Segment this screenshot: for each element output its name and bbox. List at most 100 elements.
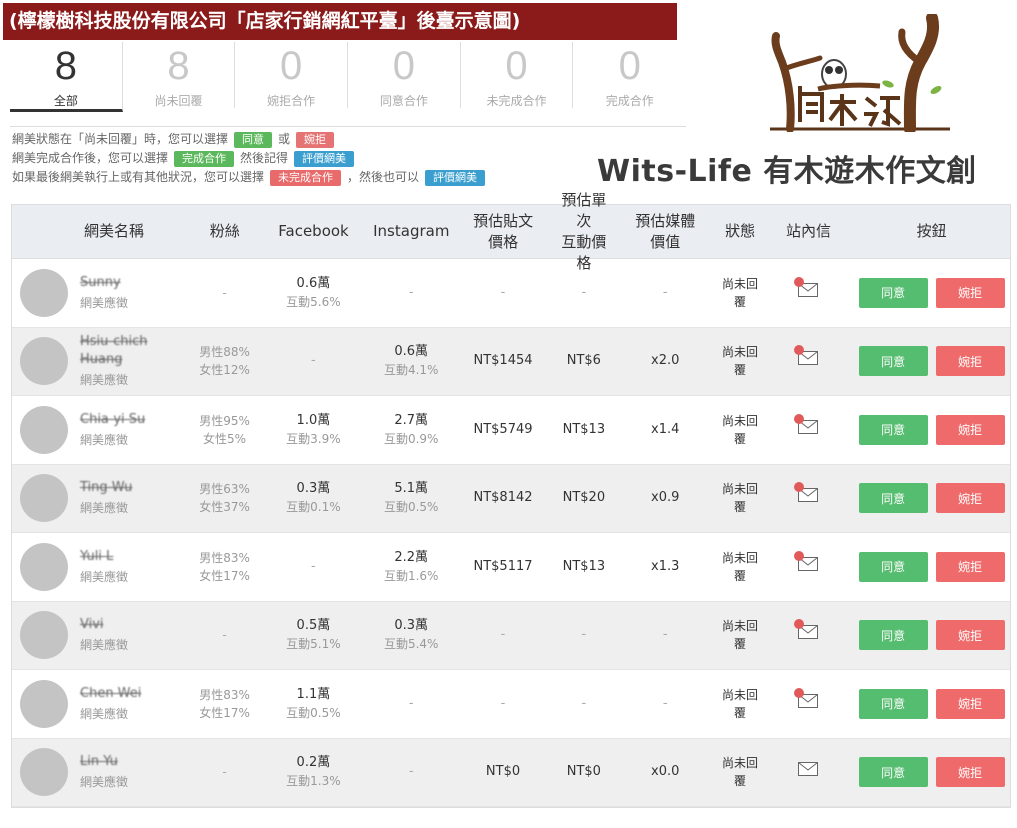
mail-icon[interactable]	[794, 413, 819, 434]
stat-tab[interactable]: 8 尚未回覆	[123, 42, 236, 108]
instagram-cell: -	[370, 763, 452, 781]
col-name-header: 網美名稱	[84, 222, 145, 240]
reject-button[interactable]: 婉拒	[935, 414, 1005, 445]
influencer-name[interactable]: Hsiu-chich Huang	[80, 333, 193, 369]
cell-main: -	[408, 764, 414, 780]
cell-main: 0.6萬	[296, 275, 331, 291]
facebook-cell: 0.2萬 互動1.3%	[257, 754, 371, 790]
header-line: 預估單次	[561, 190, 607, 230]
avatar[interactable]	[20, 748, 68, 797]
agree-button[interactable]: 同意	[858, 688, 928, 719]
avatar[interactable]	[20, 679, 68, 728]
influencer-type: 網美應徵	[80, 295, 129, 310]
stat-label: 完成合作	[605, 94, 654, 108]
influencer-cell[interactable]: Ting Wu 網美應徵	[12, 474, 193, 523]
table-row: Vivi 網美應徵 - 0.5萬 互動5.1% 0.3萬 互動5.4% - - …	[12, 601, 1010, 670]
influencer-cell[interactable]: Chen Wei 網美應徵	[12, 679, 193, 728]
review-tag: 評價網美	[294, 150, 355, 167]
influencer-name[interactable]: Sunny	[80, 274, 128, 292]
reject-button[interactable]: 婉拒	[935, 551, 1005, 582]
instruction-text: ，然後也可以	[347, 170, 420, 184]
influencer-cell[interactable]: Vivi 網美應徵	[12, 611, 193, 660]
actions-cell: 同意 婉拒	[853, 620, 1010, 651]
reject-button[interactable]: 婉拒	[935, 757, 1005, 788]
influencer-type: 網美應徵	[80, 373, 129, 388]
agree-button[interactable]: 同意	[858, 277, 928, 308]
col-message-header: 站內信	[785, 222, 831, 240]
stat-tab[interactable]: 0 婉拒合作	[235, 42, 349, 108]
influencer-name[interactable]: Yuli L	[80, 548, 128, 566]
cell-main: 1.1萬	[296, 686, 331, 702]
fans-cell: 男性83% 女性17%	[193, 549, 257, 585]
agree-button[interactable]: 同意	[858, 757, 928, 788]
influencer-cell[interactable]: Yuli L 網美應徵	[12, 542, 193, 591]
actions-cell: 同意 婉拒	[853, 346, 1010, 377]
avatar[interactable]	[20, 611, 68, 660]
reject-button[interactable]: 婉拒	[935, 483, 1005, 514]
stat-count: 0	[280, 44, 303, 88]
interaction-price-cell: NT$13	[562, 421, 606, 437]
influencer-name[interactable]: Chia-yi Su	[80, 411, 145, 429]
influencer-name[interactable]: Vivi	[80, 616, 128, 634]
header-line: 價格	[488, 232, 519, 251]
mail-icon[interactable]	[794, 276, 819, 297]
stat-tab[interactable]: 0 未完成合作	[461, 42, 574, 108]
stat-tab[interactable]: 8 全部	[10, 42, 123, 112]
instruction-text: 網美狀態在「尚未回覆」時，您可以選擇	[12, 132, 229, 146]
status-cell: 尚未回覆	[722, 276, 759, 309]
influencer-type: 網美應徵	[80, 638, 129, 653]
actions-cell: 同意 婉拒	[853, 757, 1010, 788]
influencer-name[interactable]: Lin Yu	[80, 753, 128, 771]
influencer-name[interactable]: Chen Wei	[80, 685, 141, 703]
mail-icon[interactable]	[794, 687, 819, 708]
brand-logo	[770, 14, 950, 132]
fans-cell: -	[193, 626, 257, 644]
message-cell	[764, 413, 854, 440]
instruction-text: 然後記得	[240, 151, 289, 165]
status-cell: 尚未回覆	[722, 687, 759, 720]
avatar[interactable]	[20, 542, 68, 591]
agree-button[interactable]: 同意	[858, 551, 928, 582]
cell-main: 1.0萬	[296, 412, 331, 428]
reject-button[interactable]: 婉拒	[935, 620, 1005, 651]
mail-icon[interactable]	[794, 345, 819, 366]
mail-icon[interactable]	[798, 762, 819, 777]
agree-button[interactable]: 同意	[858, 346, 928, 377]
reject-button[interactable]: 婉拒	[935, 688, 1005, 719]
media-value-cell: -	[662, 627, 668, 643]
reject-button[interactable]: 婉拒	[935, 346, 1005, 377]
avatar[interactable]	[20, 405, 68, 454]
cell-main: -	[311, 353, 316, 369]
influencer-cell[interactable]: Chia-yi Su 網美應徵	[12, 405, 193, 454]
interaction-price-cell: NT$6	[566, 353, 601, 369]
avatar[interactable]	[20, 268, 68, 317]
stat-tab[interactable]: 0 同意合作	[348, 42, 461, 108]
fans-cell: 男性95% 女性5%	[193, 412, 257, 448]
reject-button[interactable]: 婉拒	[935, 277, 1005, 308]
avatar[interactable]	[20, 474, 68, 523]
stat-tab[interactable]: 0 完成合作	[573, 42, 686, 108]
post-price-cell: -	[500, 627, 506, 643]
avatar[interactable]	[20, 337, 68, 386]
agree-button[interactable]: 同意	[858, 483, 928, 514]
cell-main: 0.3萬	[296, 481, 331, 497]
agree-button[interactable]: 同意	[858, 414, 928, 445]
agree-button[interactable]: 同意	[858, 620, 928, 651]
message-cell	[764, 276, 854, 303]
mail-icon[interactable]	[794, 550, 819, 571]
instagram-cell: 5.1萬 互動0.5%	[370, 480, 452, 516]
mail-icon[interactable]	[794, 619, 819, 640]
mail-icon[interactable]	[794, 482, 819, 503]
influencer-cell[interactable]: Lin Yu 網美應徵	[12, 748, 193, 797]
post-price-cell: -	[500, 284, 506, 300]
influencer-name[interactable]: Ting Wu	[80, 479, 132, 497]
cell-main: -	[222, 765, 227, 780]
cell-sub: 女性12%	[199, 363, 250, 378]
instagram-cell: -	[370, 284, 452, 302]
media-value-cell: -	[662, 284, 668, 300]
post-price-cell: NT$1454	[473, 353, 533, 369]
cell-sub: 互動3.9%	[286, 431, 341, 446]
message-cell	[764, 687, 854, 714]
influencer-cell[interactable]: Hsiu-chich Huang 網美應徵	[12, 333, 193, 389]
influencer-cell[interactable]: Sunny 網美應徵	[12, 268, 193, 317]
